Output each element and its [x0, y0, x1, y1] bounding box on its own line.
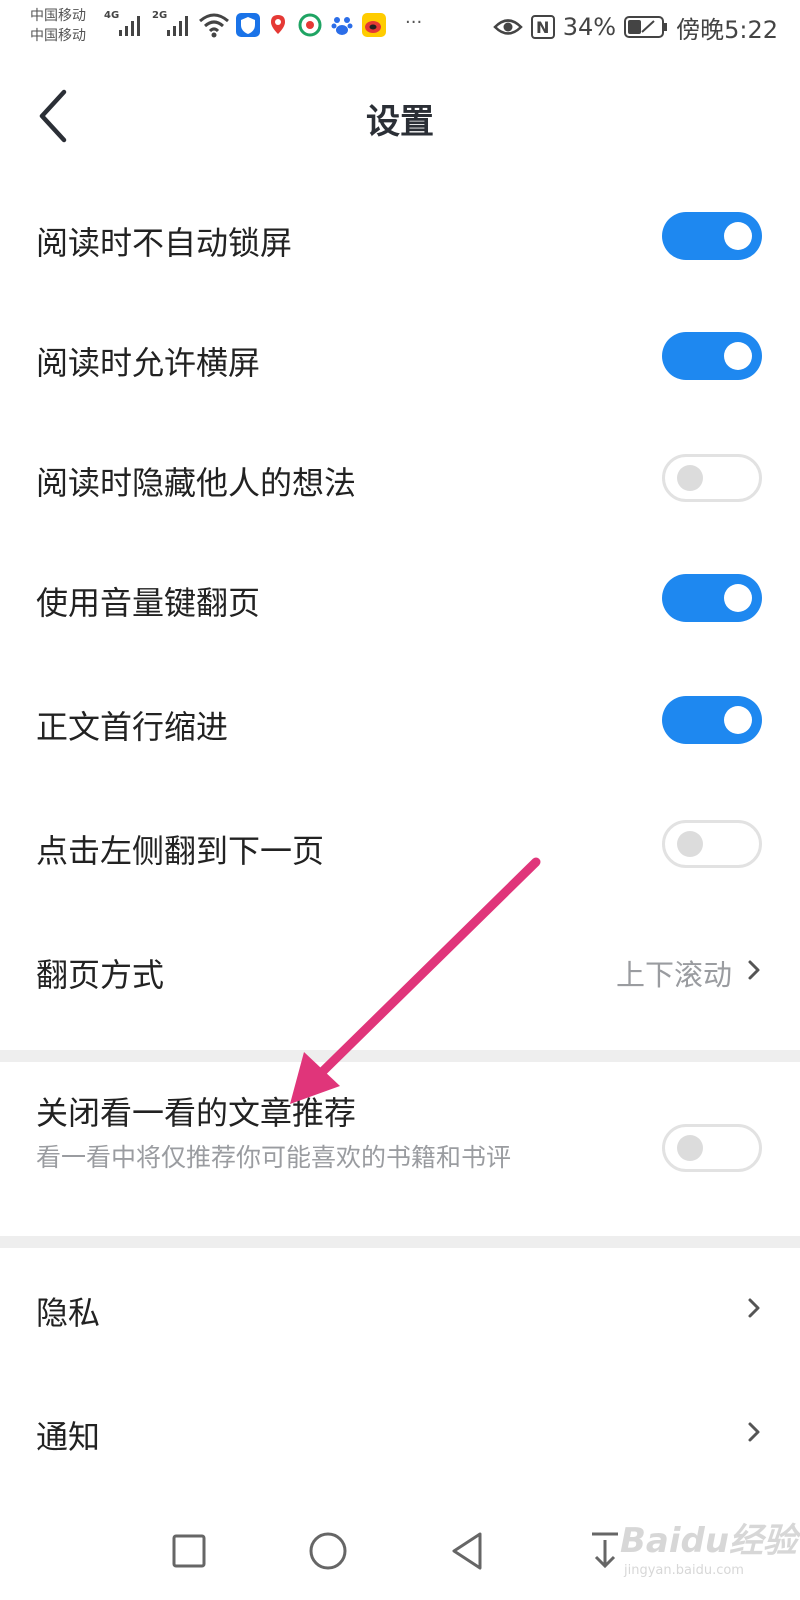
setting-label: 点击左侧翻到下一页 — [36, 832, 325, 870]
map-app-icon — [266, 13, 290, 37]
signal-2g-icon — [167, 16, 188, 36]
toggle-knob — [677, 1135, 703, 1161]
chevron-right-icon — [748, 1298, 760, 1318]
setting-disable-recommend[interactable]: 关闭看一看的文章推荐 看一看中将仅推荐你可能喜欢的书籍和书评 — [0, 1062, 800, 1212]
setting-tap-left-next[interactable]: 点击左侧翻到下一页 — [0, 798, 800, 922]
chevron-right-icon — [748, 960, 760, 980]
toggle-knob — [724, 342, 752, 370]
toggle-knob — [677, 465, 703, 491]
home-circle-icon[interactable] — [306, 1500, 350, 1600]
battery-percent: 34% — [562, 13, 617, 41]
app-header: 设置 — [0, 56, 800, 176]
page-turn-mode-value: 上下滚动 — [615, 958, 732, 992]
clock: 傍晚5:22 — [676, 15, 778, 44]
setting-label: 阅读时不自动锁屏 — [36, 224, 293, 262]
more-notifications: ··· — [405, 12, 423, 33]
net-type-1: 4G — [104, 10, 120, 21]
nfc-icon: N — [530, 15, 555, 39]
shield-app-icon — [236, 13, 260, 37]
setting-notifications[interactable]: 通知 — [0, 1372, 800, 1496]
volume-key-page-toggle[interactable] — [662, 574, 762, 622]
setting-label: 关闭看一看的文章推荐 — [36, 1094, 357, 1132]
first-line-indent-toggle[interactable] — [662, 696, 762, 744]
setting-first-line-indent[interactable]: 正文首行缩进 — [0, 674, 800, 798]
setting-sublabel: 看一看中将仅推荐你可能喜欢的书籍和书评 — [36, 1143, 512, 1172]
setting-hide-others-thoughts[interactable]: 阅读时隐藏他人的想法 — [0, 426, 800, 550]
carrier-labels: 中国移动 中国移动 — [30, 6, 86, 46]
baidu-watermark: Baidu经验 jingyan.baidu.com — [600, 1505, 800, 1600]
net-type-2: 2G — [152, 10, 168, 21]
setting-no-auto-lock[interactable]: 阅读时不自动锁屏 — [0, 178, 800, 302]
watermark-text: Baidu经验 — [620, 1521, 798, 1561]
baidu-app-icon — [330, 13, 354, 37]
weibo-app-icon — [362, 13, 386, 37]
battery-icon — [624, 16, 668, 38]
disable-recommend-toggle[interactable] — [662, 1124, 762, 1172]
browser-app-icon — [298, 13, 322, 37]
setting-label: 使用音量键翻页 — [36, 584, 261, 622]
setting-privacy[interactable]: 隐私 — [0, 1248, 800, 1372]
signal-4g-icon — [119, 16, 140, 36]
hide-others-thoughts-toggle[interactable] — [662, 454, 762, 502]
setting-volume-key-page[interactable]: 使用音量键翻页 — [0, 550, 800, 674]
page-title: 设置 — [366, 102, 434, 142]
carrier-2: 中国移动 — [30, 28, 86, 44]
setting-label: 隐私 — [36, 1294, 101, 1332]
tap-left-next-toggle[interactable] — [662, 820, 762, 868]
no-auto-lock-toggle[interactable] — [662, 212, 762, 260]
status-right: N 34% 傍晚5:22 — [492, 10, 778, 44]
allow-landscape-toggle[interactable] — [662, 332, 762, 380]
recent-apps-square-icon[interactable] — [170, 1500, 210, 1600]
setting-label: 正文首行缩进 — [36, 708, 229, 746]
setting-label: 翻页方式 — [36, 956, 165, 994]
setting-label: 阅读时允许横屏 — [36, 344, 261, 382]
section-divider — [0, 1050, 800, 1062]
status-bar: 中国移动 中国移动 4G 2G ··· N 34% 傍晚5:22 — [0, 0, 800, 56]
carrier-1: 中国移动 — [30, 8, 86, 24]
chevron-right-icon — [748, 1422, 760, 1442]
setting-label: 阅读时隐藏他人的想法 — [36, 464, 357, 502]
eye-icon — [492, 19, 523, 35]
toggle-knob — [724, 584, 752, 612]
setting-page-turn-mode[interactable]: 翻页方式 上下滚动 — [0, 922, 800, 1046]
wifi-icon — [199, 13, 229, 38]
back-triangle-icon[interactable] — [448, 1500, 488, 1600]
toggle-knob — [724, 222, 752, 250]
toggle-knob — [677, 831, 703, 857]
toggle-knob — [724, 706, 752, 734]
section-divider — [0, 1236, 800, 1248]
watermark-url: jingyan.baidu.com — [624, 1563, 744, 1578]
setting-allow-landscape[interactable]: 阅读时允许横屏 — [0, 302, 800, 426]
setting-label: 通知 — [36, 1418, 101, 1456]
